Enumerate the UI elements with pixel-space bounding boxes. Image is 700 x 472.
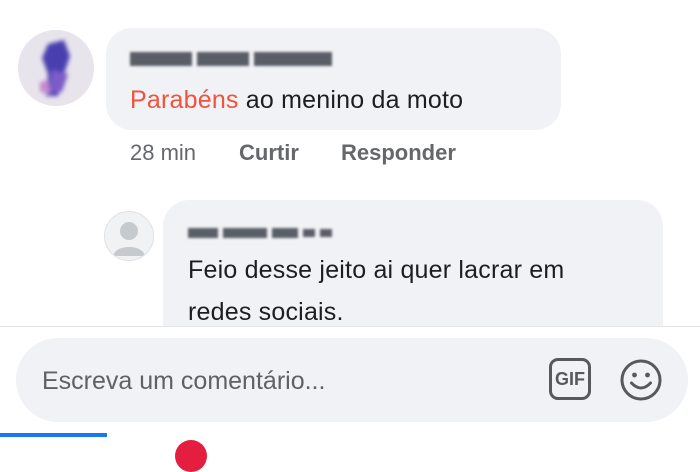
commenter-name-redacted[interactable]	[130, 50, 337, 70]
default-avatar-icon	[113, 222, 145, 256]
comment-text-rest: ao menino da moto	[238, 86, 464, 114]
smiley-icon[interactable]	[619, 358, 663, 402]
like-button[interactable]: Curtir	[239, 140, 299, 166]
reply-text-line-2: redes sociais.	[188, 298, 344, 326]
comment-input[interactable]	[40, 358, 524, 404]
active-tab-indicator	[0, 433, 107, 437]
comment-timestamp: 28 min	[130, 140, 197, 165]
highlighted-word: Parabéns	[130, 86, 239, 114]
reply-button[interactable]: Responder	[341, 140, 456, 166]
reply-avatar[interactable]	[104, 211, 154, 261]
avatar-blurred-image	[18, 30, 94, 106]
reply-text-line-1: Feio desse jeito ai quer lacrar em	[188, 256, 565, 284]
reply-author-name-redacted[interactable]	[188, 224, 337, 244]
gif-icon[interactable]: GIF	[549, 358, 591, 400]
notification-badge	[175, 440, 207, 472]
commenter-avatar[interactable]	[18, 30, 94, 106]
comment-text: Parabéns ao menino da moto	[130, 86, 463, 115]
